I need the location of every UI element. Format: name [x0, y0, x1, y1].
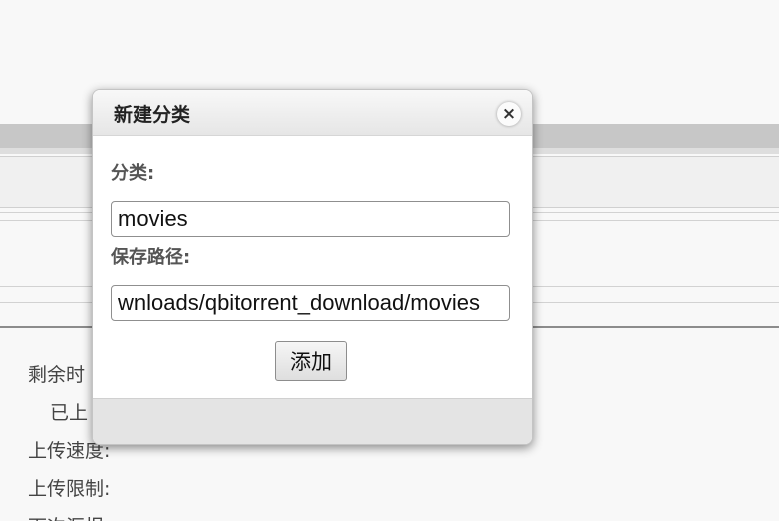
add-button[interactable]: 添加	[275, 341, 347, 381]
dialog-header: 新建分类 ×	[93, 90, 532, 136]
save-path-input[interactable]	[111, 285, 510, 321]
property-label: 下次汇报	[28, 512, 104, 521]
category-input[interactable]	[111, 201, 510, 237]
property-label: 已上	[50, 402, 89, 424]
property-label: 上传限制:	[28, 478, 111, 500]
category-label: 分类:	[111, 163, 155, 184]
close-icon[interactable]: ×	[497, 102, 521, 126]
new-category-dialog: 新建分类 × 分类: 保存路径: 添加	[92, 89, 533, 445]
property-label: 剩余时	[28, 364, 86, 386]
dialog-title: 新建分类	[114, 104, 191, 126]
page: 剩余时 已上 上传速度: 上传限制: 下次汇报 新建分类 × 分类: 保存路径:…	[0, 0, 779, 521]
dialog-footer	[93, 398, 532, 444]
save-path-label: 保存路径:	[111, 247, 191, 268]
